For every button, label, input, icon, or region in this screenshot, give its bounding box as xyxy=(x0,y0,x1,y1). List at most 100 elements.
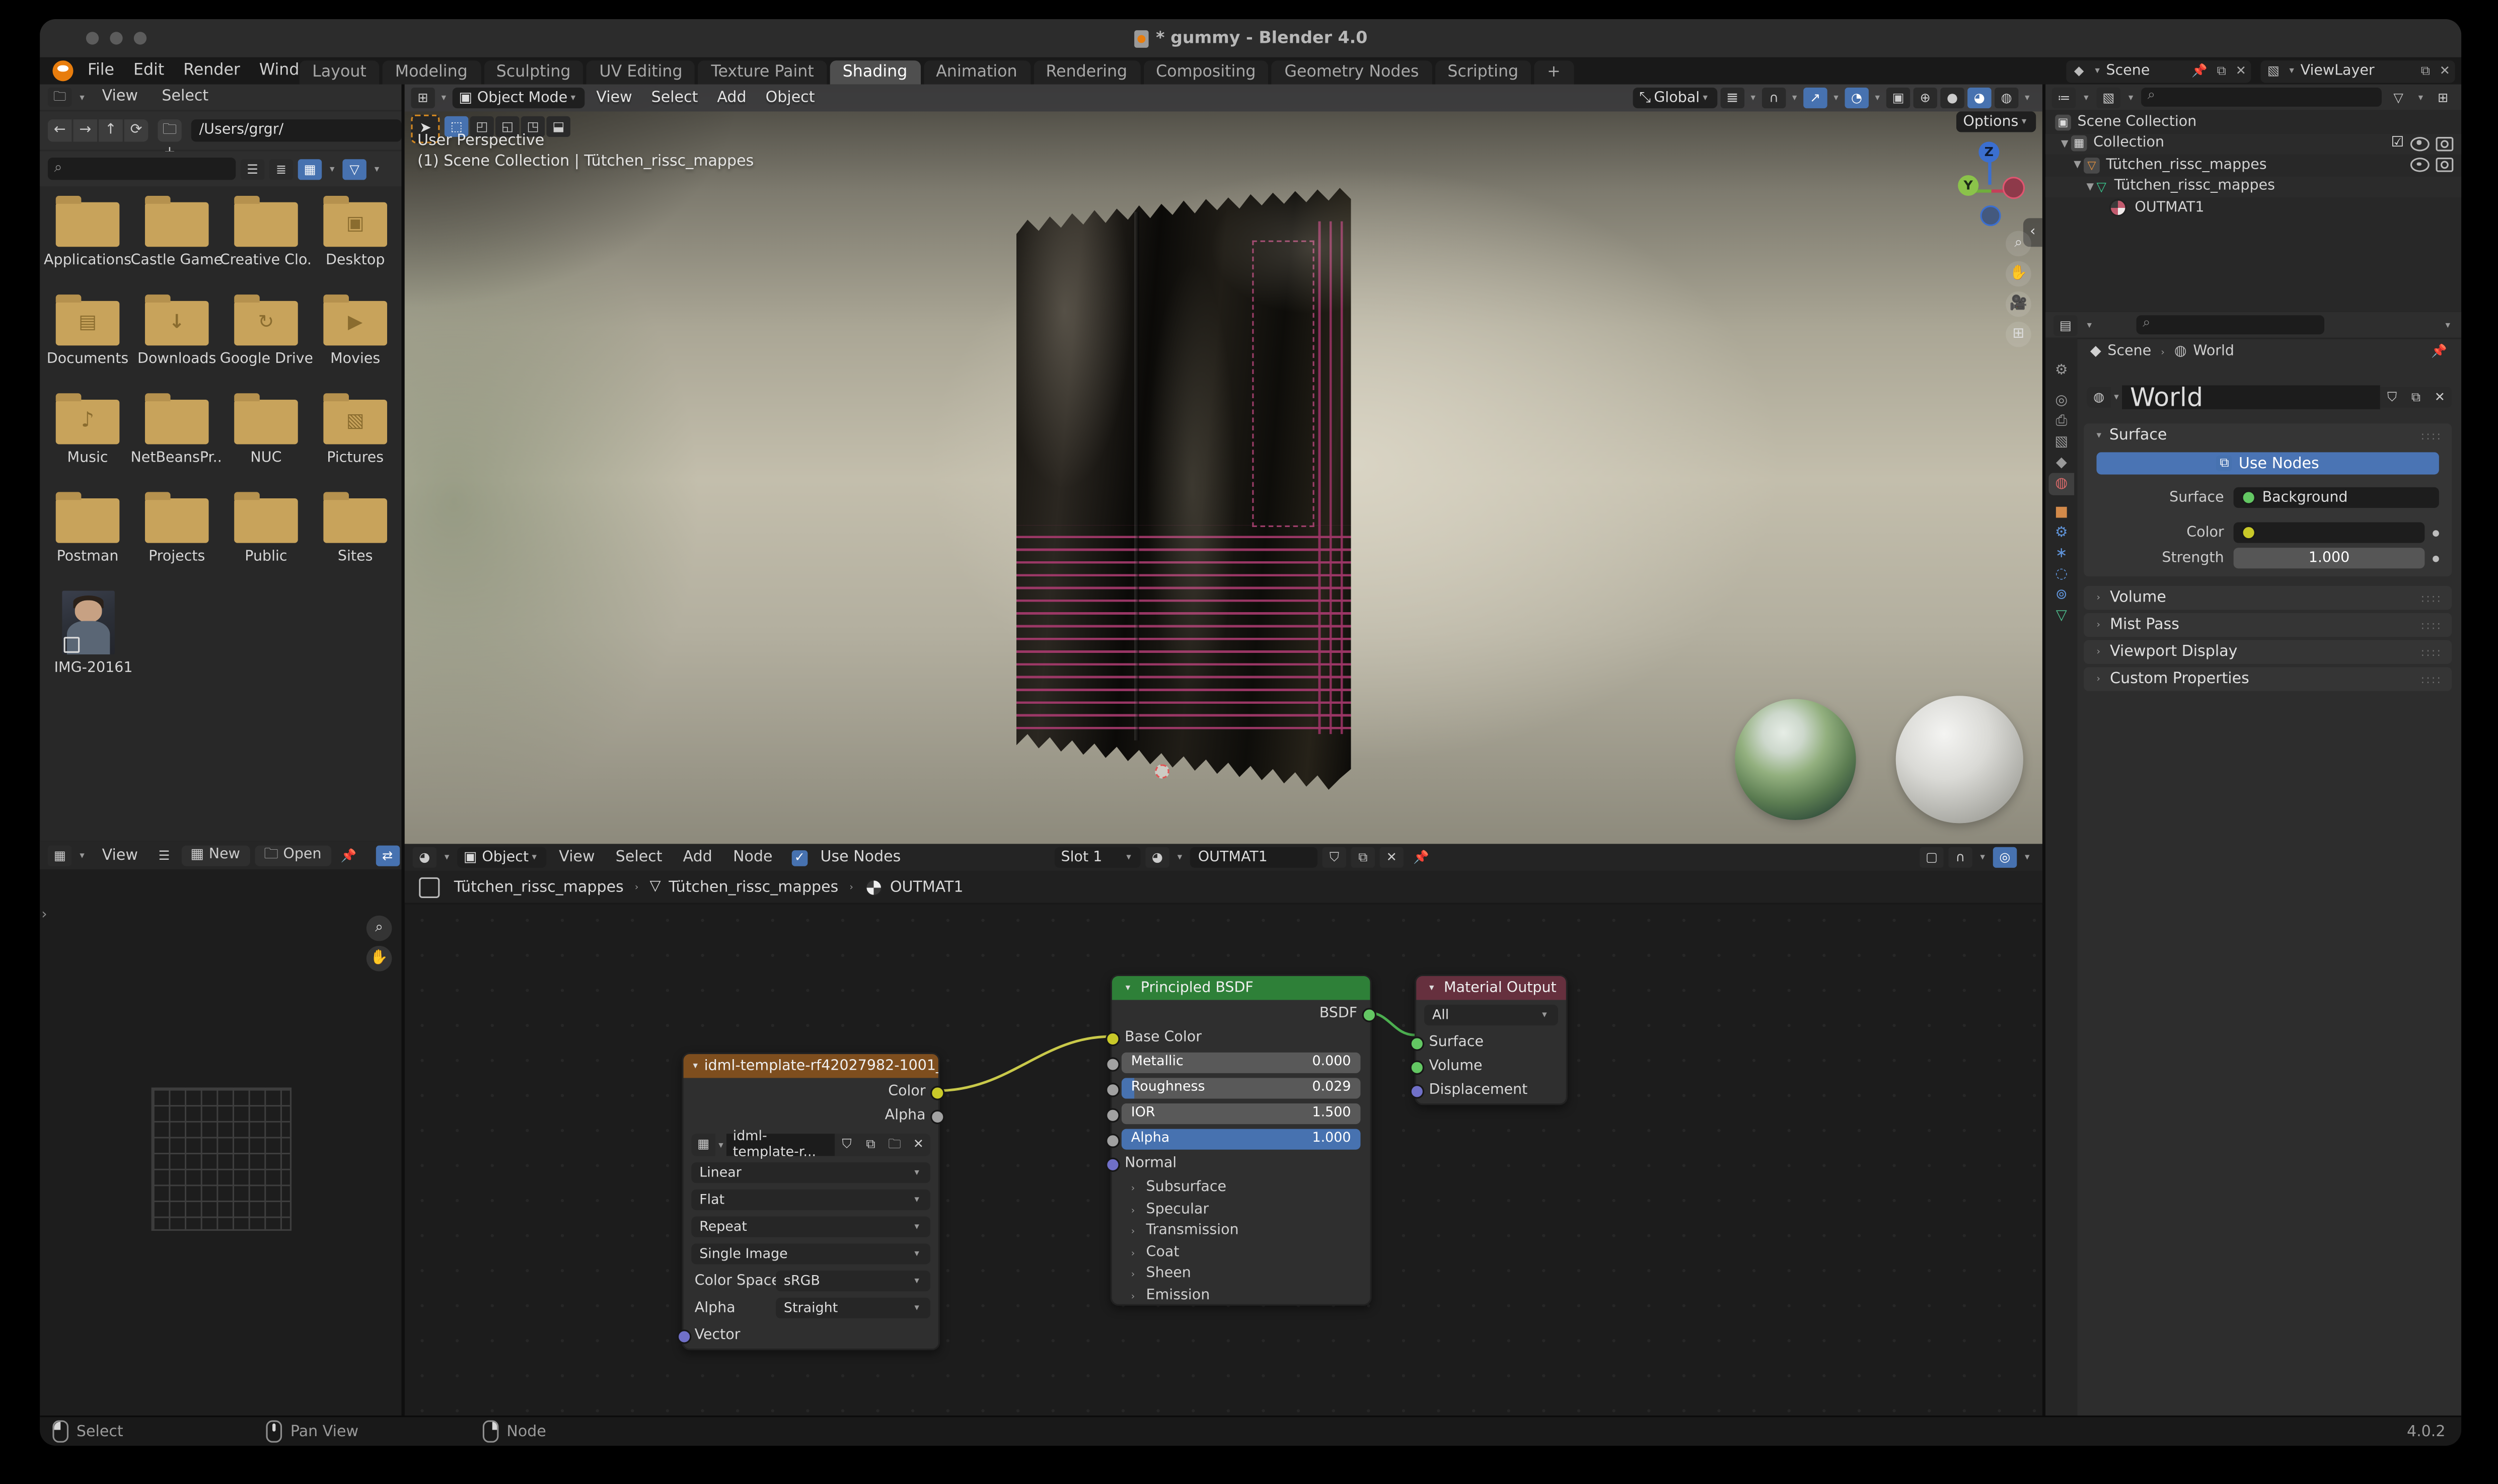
animate-dot-icon[interactable] xyxy=(2433,529,2439,536)
path-field[interactable]: /Users/grgr/ xyxy=(191,119,402,142)
shader-type-dropdown[interactable]: ▣ Object ▾ xyxy=(457,847,546,868)
folder-postman[interactable]: Postman xyxy=(45,492,131,590)
collapse-chevron-icon[interactable]: ▾ xyxy=(2093,430,2104,441)
folder-documents[interactable]: Documents xyxy=(45,294,131,393)
sync-lock-icon[interactable]: ⇄ xyxy=(376,845,400,866)
normal-input-socket[interactable] xyxy=(1106,1157,1120,1172)
tab-scene-icon[interactable]: ◆ xyxy=(2049,452,2075,474)
tab-tool-icon[interactable]: ⚙ xyxy=(2049,360,2075,382)
specular-section[interactable]: › Specular xyxy=(1112,1199,1370,1221)
folder-creative-cloud[interactable]: Creative Clo... xyxy=(220,196,312,294)
slot-dropdown[interactable]: Slot 1 ▾ xyxy=(1054,847,1141,868)
tab-physics-icon[interactable]: ◌ xyxy=(2049,564,2075,586)
copy-icon[interactable]: ⧉ xyxy=(858,1134,883,1156)
folder-public[interactable]: Public xyxy=(223,492,309,590)
tab-render-icon[interactable]: ◎ xyxy=(2049,390,2075,412)
extension-dropdown[interactable]: Repeat ▾ xyxy=(691,1216,931,1237)
animate-dot-icon[interactable] xyxy=(2433,555,2439,561)
alpha-output-socket[interactable] xyxy=(930,1109,945,1125)
unlink-close-icon[interactable]: ✕ xyxy=(906,1134,931,1156)
close-icon[interactable]: ✕ xyxy=(2231,64,2251,78)
image-datablock-icon[interactable]: ▦ xyxy=(691,1134,715,1156)
viewport-3d[interactable]: ⊞ ▾ ▣ Object Mode ▾ View Select Add Object… xyxy=(404,84,2042,844)
outliner-row-mesh-data[interactable]: ▼ ▽ Tütchen_rissc_mappes xyxy=(2045,176,2462,198)
vector-input-socket[interactable] xyxy=(677,1329,692,1344)
disable-render-camera-icon[interactable] xyxy=(2436,136,2454,151)
up-button[interactable]: ↑ xyxy=(99,119,123,142)
material-name-field[interactable]: OUTMAT1 xyxy=(1190,847,1318,868)
tab-constraints-icon[interactable]: ⊚ xyxy=(2049,584,2075,607)
tab-modeling[interactable]: Modeling xyxy=(382,60,481,85)
base-color-input-socket[interactable] xyxy=(1106,1031,1120,1047)
copy-icon[interactable]: ⧉ xyxy=(1351,847,1375,868)
list-view-icon[interactable]: ☰ xyxy=(240,158,265,179)
alpha-mode-dropdown[interactable]: Straight ▾ xyxy=(776,1297,931,1319)
panel-drag-dots[interactable]: :::: xyxy=(2421,429,2443,441)
metallic-slider[interactable]: Metallic 0.000 xyxy=(1121,1052,1361,1073)
tab-rendering[interactable]: Rendering xyxy=(1033,60,1140,85)
color-output-socket[interactable] xyxy=(930,1086,945,1100)
sheen-section[interactable]: › Sheen xyxy=(1112,1263,1370,1285)
roughness-slider[interactable]: Roughness 0.029 xyxy=(1121,1078,1361,1099)
toggle-xray-icon[interactable]: ▣ xyxy=(1886,87,1911,109)
editor-type-icon[interactable]: 🗀 xyxy=(47,87,72,107)
show-overlays-icon[interactable]: ◔ xyxy=(1845,87,1869,109)
material-output-node-header[interactable]: ▾ Material Output xyxy=(1416,976,1566,1000)
folder-applications[interactable]: Applications xyxy=(44,196,131,294)
folder-sites[interactable]: Sites xyxy=(312,492,398,590)
interpolation-dropdown[interactable]: Linear ▾ xyxy=(691,1162,931,1183)
ior-slider[interactable]: IOR 1.500 xyxy=(1121,1103,1361,1125)
projection-dropdown[interactable]: Flat ▾ xyxy=(691,1189,931,1210)
viewport-menu-add[interactable]: Add xyxy=(709,85,755,112)
select-intersect-tool-icon[interactable]: ⬓ xyxy=(546,116,570,137)
disable-render-camera-icon[interactable] xyxy=(2436,158,2454,173)
target-dropdown[interactable]: All ▾ xyxy=(1424,1004,1558,1026)
file-browser-menu-view[interactable]: View xyxy=(93,85,148,110)
roughness-input-socket[interactable] xyxy=(1106,1082,1120,1097)
outliner-row-material[interactable]: OUTMAT1 xyxy=(2045,197,2461,219)
pin-icon[interactable]: 📌 xyxy=(2187,64,2213,78)
shader-menu-select[interactable]: Select xyxy=(608,844,670,871)
folder-pictures[interactable]: Pictures xyxy=(312,393,398,492)
image-file-item[interactable]: IMG-20161... xyxy=(45,590,134,712)
shading-material-icon[interactable]: ◕ xyxy=(1967,87,1992,109)
transform-orientation-dropdown[interactable]: ⤡ Global ▾ xyxy=(1633,87,1718,109)
show-gizmo-icon[interactable]: ↗ xyxy=(1803,87,1827,109)
coat-section[interactable]: › Coat xyxy=(1112,1242,1370,1264)
shader-menu-node[interactable]: Node xyxy=(725,844,780,871)
outliner-row-scene-collection[interactable]: ▣ Scene Collection xyxy=(2045,111,2461,133)
world-datablock-icon[interactable]: ◍ xyxy=(2087,387,2111,408)
image-editor-type-icon[interactable]: ▦ xyxy=(47,845,72,866)
gizmo-y-axis[interactable]: Y xyxy=(1958,175,1979,196)
tab-uv-editing[interactable]: UV Editing xyxy=(586,60,695,85)
pin-icon[interactable]: 📌 xyxy=(1408,850,1434,864)
image-editor-menu-view[interactable]: View xyxy=(93,842,148,869)
pan-hand-icon[interactable]: ✋ xyxy=(366,945,392,972)
tab-output-icon[interactable]: ⎙ xyxy=(2049,411,2075,433)
tab-scripting[interactable]: Scripting xyxy=(1435,60,1531,85)
tab-data-icon[interactable]: ▽ xyxy=(2049,605,2075,627)
copy-icon[interactable]: ⧉ xyxy=(2404,387,2428,408)
surface-value-field[interactable]: Background xyxy=(2233,487,2439,508)
gizmo-z-axis[interactable]: Z xyxy=(1978,141,2000,163)
transmission-section[interactable]: › Transmission xyxy=(1112,1220,1370,1242)
principled-bsdf-node[interactable]: ▾ Principled BSDF BSDF Base Color Metalli… xyxy=(1106,974,1377,1306)
detail-view-icon[interactable]: ≣ xyxy=(269,158,293,179)
gizmo-minus-z-axis[interactable] xyxy=(1980,205,2001,227)
outliner-search-input[interactable]: ⌕ xyxy=(2141,87,2382,107)
menu-file[interactable]: File xyxy=(78,57,124,85)
material-output-node[interactable]: ▾ Material Output All ▾ Surface Volume Dis… xyxy=(1410,974,1568,1105)
menu-render[interactable]: Render xyxy=(174,57,250,85)
outliner-row-object[interactable]: ▼ ▽ Tütchen_rissc_mappes xyxy=(2045,155,2461,176)
folder-google-drive[interactable]: Google Drive xyxy=(220,294,312,393)
copy-icon[interactable]: ⧉ xyxy=(2212,63,2231,79)
snap-icon[interactable]: 𝌆 xyxy=(1720,87,1744,109)
node-preview-icon[interactable]: ▢ xyxy=(1920,847,1944,868)
properties-search-input[interactable]: ⌕ xyxy=(2136,315,2325,335)
viewport-pan-hand-icon[interactable]: ✋ xyxy=(2006,261,2031,287)
fake-user-shield-icon[interactable]: ⛉ xyxy=(1322,847,1347,868)
folder-castle-game[interactable]: Castle Game... xyxy=(130,196,223,294)
image-texture-node-header[interactable]: ▾idml-template-rf42027982-1001__1.p... xyxy=(683,1054,938,1078)
viewport-camera-icon[interactable]: 🎥 xyxy=(2006,291,2031,317)
folder-downloads[interactable]: Downloads xyxy=(134,294,220,393)
